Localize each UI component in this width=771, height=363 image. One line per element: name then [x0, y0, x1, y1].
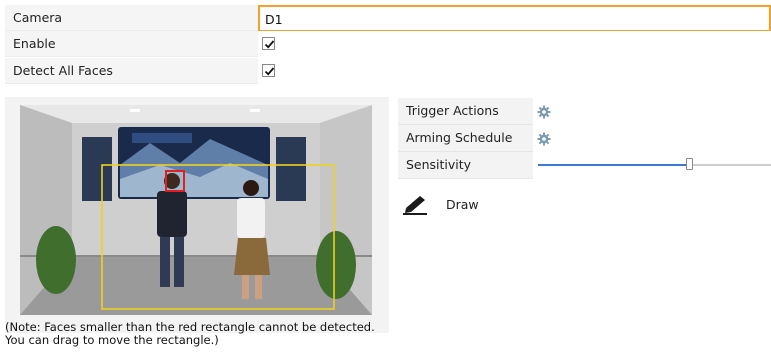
- detect-all-faces-control: [258, 58, 771, 84]
- camera-label: Camera: [13, 10, 63, 25]
- arming-schedule-row: Arming Schedule: [398, 125, 771, 152]
- sensitivity-cell: [533, 152, 771, 179]
- pencil-icon: [403, 196, 427, 215]
- camera-field[interactable]: D1: [258, 5, 771, 32]
- video-panel: [5, 97, 389, 333]
- sensitivity-row: Sensitivity: [398, 152, 771, 179]
- face-size-note: (Note: Faces smaller than the red rectan…: [5, 320, 375, 347]
- draw-button[interactable]: Draw: [400, 192, 490, 218]
- camera-preview[interactable]: [20, 105, 372, 315]
- arming-schedule-label: Arming Schedule: [406, 130, 513, 145]
- enable-checkbox[interactable]: [262, 37, 275, 50]
- detect-all-faces-checkbox[interactable]: [262, 64, 275, 77]
- sensitivity-slider[interactable]: [538, 158, 771, 170]
- arming-schedule-cell: [533, 125, 771, 152]
- gear-icon[interactable]: [537, 132, 551, 146]
- sensitivity-label: Sensitivity: [406, 157, 472, 172]
- enable-label: Enable: [13, 36, 56, 51]
- trigger-actions-cell: [533, 98, 771, 125]
- detect-all-faces-label: Detect All Faces: [13, 63, 113, 78]
- camera-control: D1: [258, 5, 771, 32]
- enable-control: [258, 31, 771, 57]
- checkmark-icon: [264, 40, 275, 49]
- sensitivity-slider-fill: [538, 164, 689, 166]
- detect-all-faces-row: Detect All Faces: [5, 58, 771, 84]
- gear-icon[interactable]: [537, 105, 551, 119]
- camera-row: Camera D1: [5, 5, 771, 32]
- draw-label: Draw: [446, 197, 479, 212]
- trigger-actions-row: Trigger Actions: [398, 98, 771, 125]
- sensitivity-slider-handle[interactable]: [686, 158, 693, 170]
- checkmark-icon: [264, 67, 275, 76]
- enable-row: Enable: [5, 31, 771, 57]
- camera-scene: [20, 105, 372, 315]
- trigger-actions-label: Trigger Actions: [406, 103, 499, 118]
